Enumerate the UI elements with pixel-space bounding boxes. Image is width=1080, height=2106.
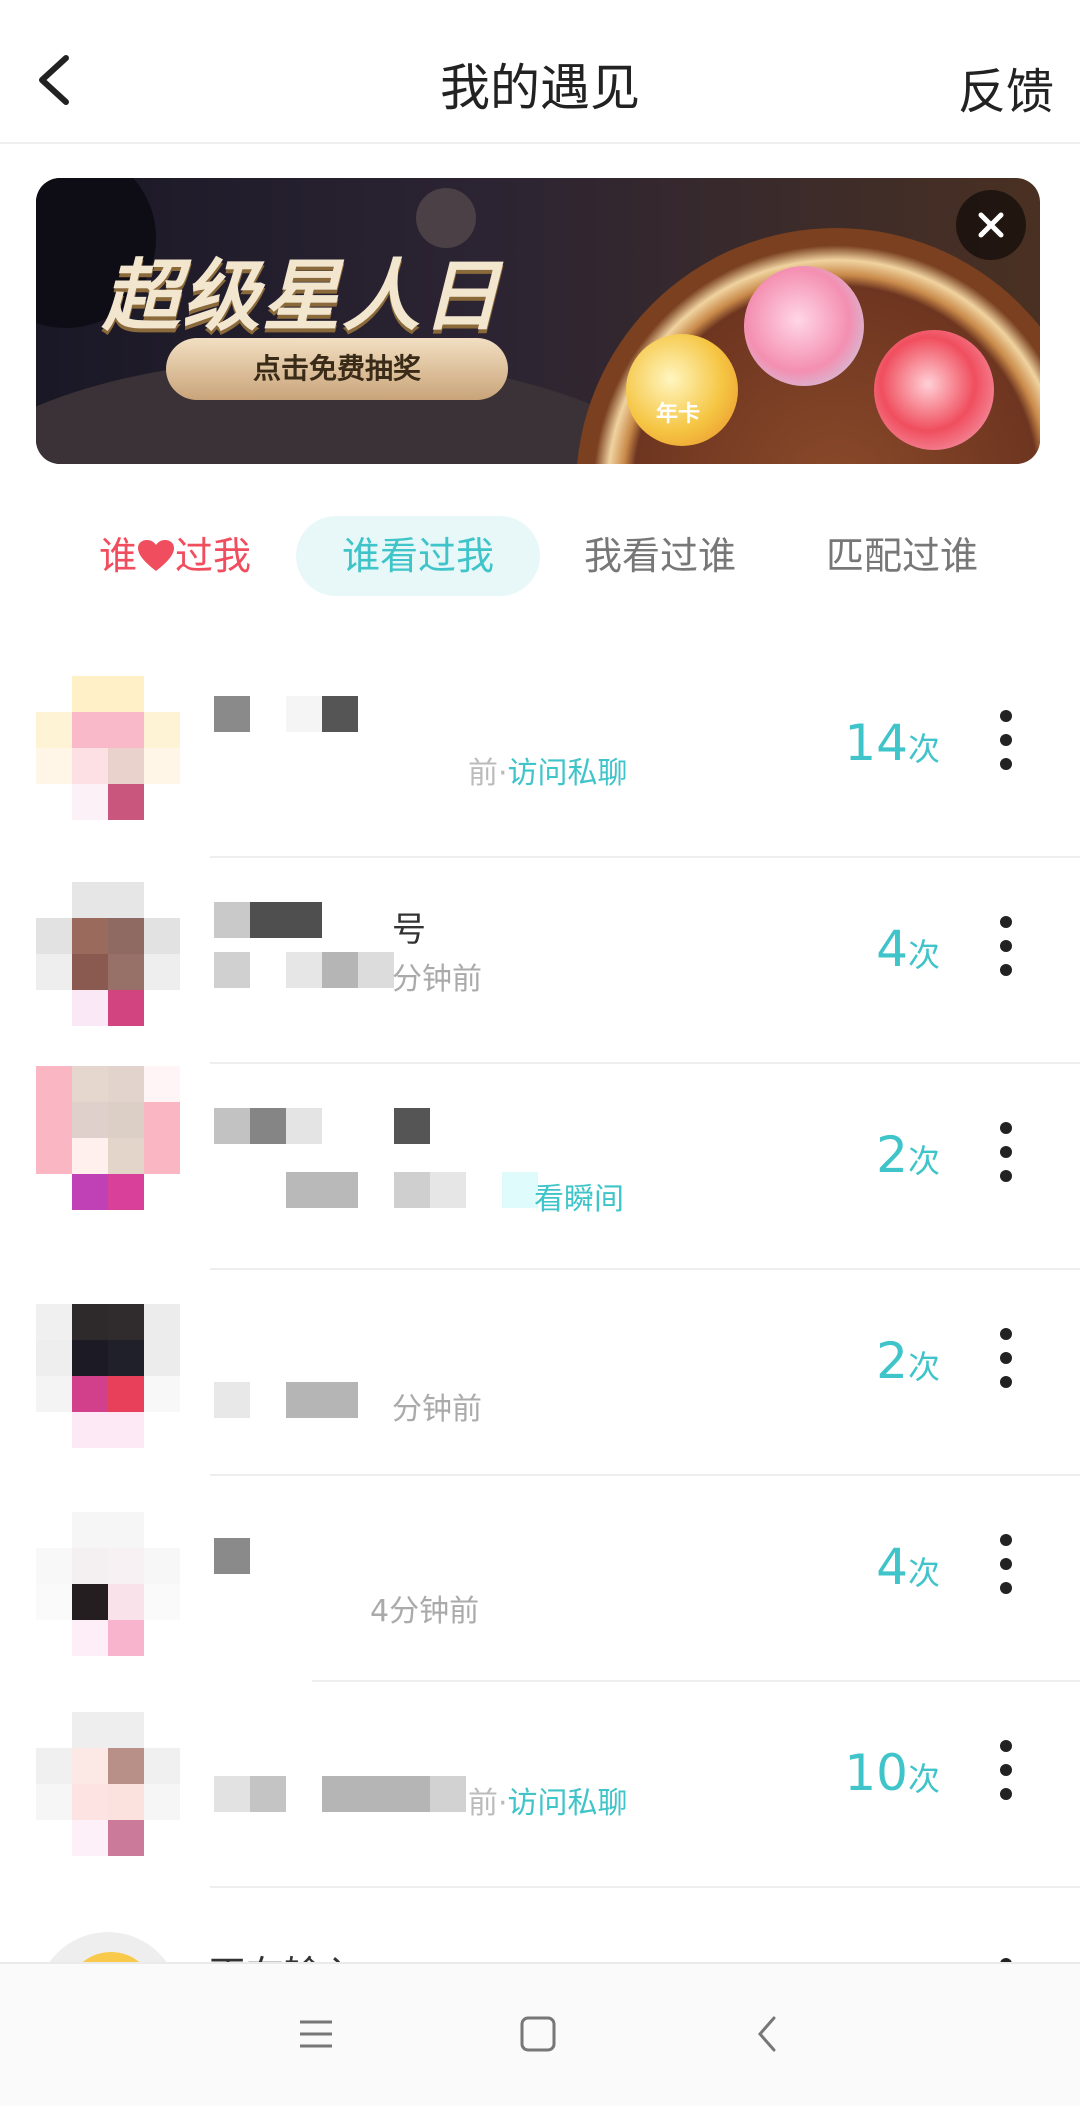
feedback-button[interactable]: 反馈 — [958, 52, 1054, 122]
more-options-icon[interactable] — [1000, 1740, 1012, 1800]
heart-ball-icon — [874, 330, 994, 450]
visit-meta: 前·访问私聊 — [468, 1786, 628, 1821]
annual-card-badge: 年卡 — [656, 402, 701, 427]
visit-count: 4次 — [876, 1538, 940, 1596]
visit-count: 2次 — [876, 1126, 940, 1184]
visit-count: 14次 — [844, 714, 940, 772]
tab-who-liked-me[interactable]: 谁过我 — [90, 516, 260, 596]
visit-count: 10次 — [844, 1744, 940, 1802]
tab-bar: 谁过我 谁看过我 我看过谁 匹配过谁 — [0, 516, 1080, 596]
back-chevron-icon[interactable] — [748, 2014, 788, 2054]
close-banner-button[interactable] — [956, 190, 1026, 260]
close-icon — [978, 212, 1004, 238]
tab-who-i-viewed[interactable]: 我看过谁 — [560, 516, 760, 596]
banner-title: 超级星人日 — [102, 252, 503, 342]
tab-label: 过我 — [175, 534, 252, 578]
more-options-icon[interactable] — [1000, 1534, 1012, 1594]
list-item[interactable]: 号 分钟前 4次 — [0, 858, 1080, 1064]
pink-pet-ball-icon — [744, 266, 864, 386]
view-moment-link[interactable]: 看瞬间 — [534, 1174, 624, 1218]
heart-icon — [138, 540, 174, 571]
visit-count: 4次 — [876, 920, 940, 978]
visitor-name-suffix: 号 — [392, 910, 426, 950]
free-lottery-button[interactable]: 点击免费抽奖 — [166, 338, 508, 400]
more-options-icon[interactable] — [1000, 916, 1012, 976]
avatar[interactable] — [36, 882, 180, 1026]
menu-icon[interactable] — [296, 2014, 336, 2054]
home-square-icon[interactable] — [516, 2012, 560, 2056]
visit-time: 分钟前 — [392, 1392, 482, 1427]
visit-count: 2次 — [876, 1332, 940, 1390]
list-item[interactable]: 4分钟前 4次 — [0, 1476, 1080, 1682]
promo-banner[interactable]: 超级星人日 点击免费抽奖 年卡 — [36, 178, 1040, 464]
tab-who-i-matched[interactable]: 匹配过谁 — [802, 516, 1002, 596]
top-bar: 我的遇见 反馈 — [0, 0, 1080, 144]
tab-who-viewed-me[interactable]: 谁看过我 — [296, 516, 540, 596]
visit-time: 分钟前 — [392, 962, 482, 997]
tab-label: 谁 — [98, 534, 137, 578]
more-options-icon[interactable] — [1000, 710, 1012, 770]
list-item[interactable]: 前·访问私聊 10次 — [0, 1682, 1080, 1888]
visit-meta: 前·访问私聊 — [468, 756, 628, 791]
list-item[interactable]: 看瞬间 2次 — [0, 1064, 1080, 1270]
more-options-icon[interactable] — [1000, 1328, 1012, 1388]
avatar[interactable] — [36, 1304, 180, 1448]
annual-card-ball-icon: 年卡 — [626, 334, 738, 446]
avatar[interactable] — [36, 1066, 180, 1210]
avatar[interactable] — [36, 1712, 180, 1856]
list-item[interactable]: 分钟前 2次 — [0, 1270, 1080, 1476]
visit-time: 4分钟前 — [370, 1594, 480, 1629]
avatar[interactable] — [36, 1512, 180, 1656]
avatar[interactable] — [36, 676, 180, 820]
list-item[interactable]: 前·访问私聊 14次 — [0, 652, 1080, 858]
system-nav-bar — [0, 1962, 1080, 2106]
page-title: 我的遇见 — [440, 59, 640, 117]
more-options-icon[interactable] — [1000, 1122, 1012, 1182]
